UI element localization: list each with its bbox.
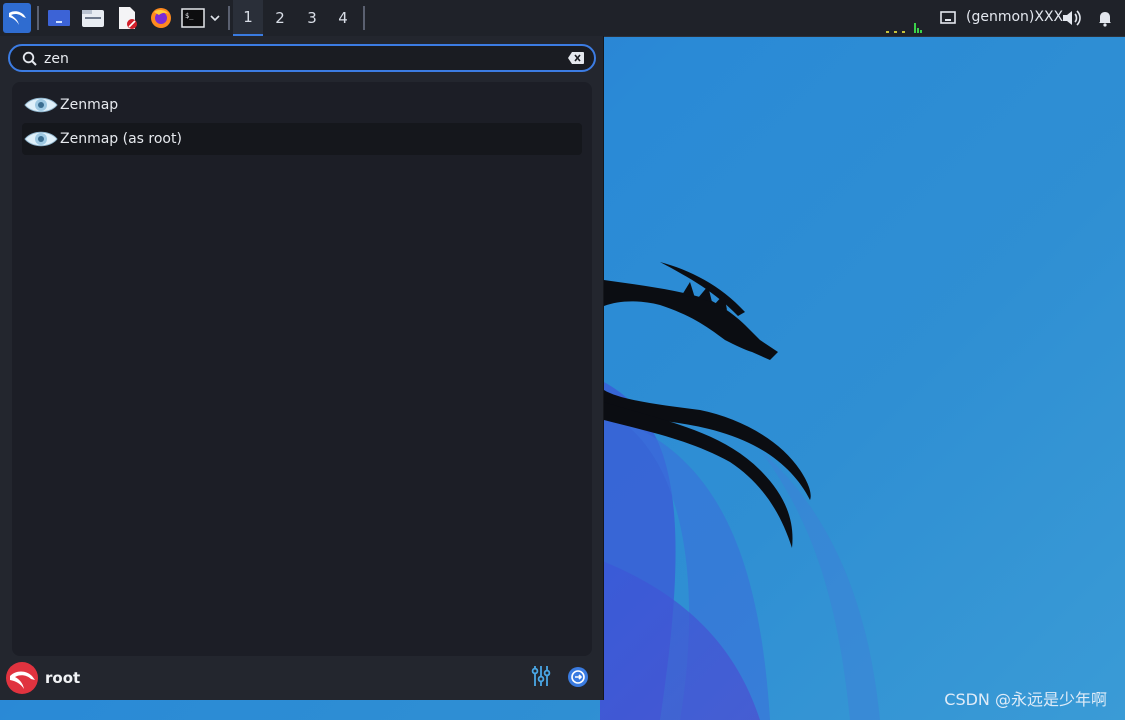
panel-separator [228, 6, 230, 30]
workspace-2[interactable]: 2 [265, 0, 295, 36]
settings-sliders-icon[interactable] [530, 664, 552, 688]
panel-separator [37, 6, 39, 30]
notification-bell-icon[interactable] [1097, 9, 1113, 27]
kali-dragon-icon [9, 11, 26, 25]
top-panel: $_ 1 2 3 4 (genmon)XXX [0, 0, 1125, 37]
user-name: root [45, 669, 81, 687]
logout-icon[interactable] [567, 666, 589, 688]
kali-menu-button[interactable] [3, 3, 31, 33]
file-manager-button[interactable] [79, 3, 107, 33]
workspace-1[interactable]: 1 [233, 0, 263, 36]
firefox-button[interactable] [147, 3, 175, 33]
terminal-icon: $_ [181, 8, 205, 28]
chevron-down-icon[interactable] [209, 12, 221, 24]
workspace-4[interactable]: 4 [328, 0, 358, 36]
result-label: Zenmap (as root) [60, 131, 182, 147]
clear-search-icon[interactable] [567, 51, 585, 65]
show-desktop-icon [48, 10, 70, 26]
workspace-3[interactable]: 3 [297, 0, 327, 36]
watermark-text: CSDN @永远是少年啊 [944, 690, 1107, 709]
result-item-zenmap[interactable]: Zenmap [22, 89, 582, 121]
search-input[interactable] [44, 49, 544, 69]
result-label: Zenmap [60, 97, 119, 113]
file-manager-icon [82, 10, 104, 27]
text-editor-icon [119, 7, 137, 29]
firefox-icon [151, 8, 171, 28]
svg-text:$_: $_ [185, 12, 194, 20]
text-editor-button[interactable] [113, 3, 141, 33]
terminal-button[interactable]: $_ [179, 3, 223, 33]
application-menu: Zenmap Zenmap (as root) root [0, 36, 604, 700]
network-icon[interactable] [940, 10, 956, 26]
kali-avatar-icon [10, 671, 35, 689]
cpu-graph-icon [886, 23, 922, 33]
search-icon [22, 51, 37, 66]
show-desktop-button[interactable] [45, 3, 73, 33]
menu-footer: root [0, 656, 604, 700]
user-avatar [6, 662, 38, 694]
zenmap-eye-icon [24, 131, 58, 147]
genmon-label: (genmon)XXX [966, 9, 1064, 25]
result-item-zenmap-as-root[interactable]: Zenmap (as root) [22, 123, 582, 155]
search-results: Zenmap Zenmap (as root) [12, 82, 592, 656]
volume-icon[interactable] [1061, 8, 1081, 28]
search-box[interactable] [8, 44, 596, 72]
panel-separator [363, 6, 365, 30]
zenmap-eye-icon [24, 97, 58, 113]
